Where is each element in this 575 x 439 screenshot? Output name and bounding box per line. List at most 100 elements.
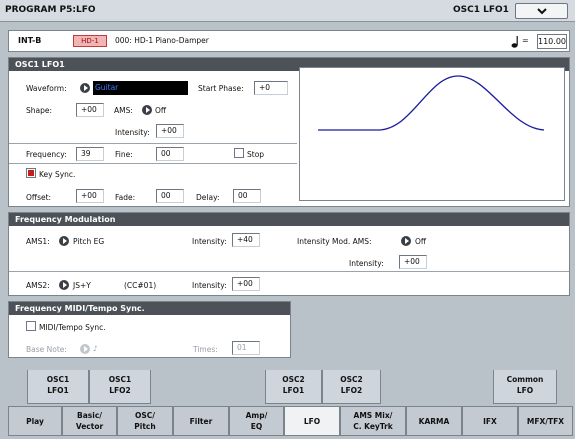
tab-line: Play [26,416,44,426]
tab-line: Vector [75,422,104,431]
times-field[interactable]: 01 [232,341,260,355]
lfo-waveform-graph [318,75,545,131]
tab-karma[interactable]: KARMA [406,406,462,436]
fade-field[interactable]: 00 [156,189,184,203]
ams2-label: AMS2: [26,281,50,290]
key-sync-label: Key Sync. [39,170,76,179]
tab-line: MFX/TFX [526,416,565,426]
chevron-down-icon [537,8,547,15]
quarter-note-icon [511,36,518,48]
frequency-label: Frequency: [26,150,67,159]
program-bank: INT-B [18,36,42,45]
tab-line: Common [506,375,544,384]
tab-amp-eq[interactable]: Amp/EQ [229,406,284,436]
tab-line: AMS Mix/ [353,411,393,420]
tab-play[interactable]: Play [8,406,62,436]
hd-badge: HD-1 [73,35,107,47]
tab-line: LFO [303,416,321,426]
ams2-value[interactable]: JS+Y [73,281,91,290]
waveform-value[interactable]: Guitar [93,81,188,95]
base-note-popup-icon[interactable] [80,344,90,354]
key-sync-checkbox[interactable] [26,168,36,178]
intensity2-label: Intensity: [192,281,227,290]
ams-value[interactable]: Off [155,106,166,115]
midi-tempo-heading: Frequency MIDI/Tempo Sync. [9,302,290,315]
offset-field[interactable]: +00 [76,189,104,203]
page-name: OSC1 LFO1 [453,5,509,15]
title-bar: PROGRAM P5:LFO OSC1 LFO1 [0,0,575,22]
page-menu-button[interactable] [515,3,568,19]
int-mod-ams-label: Intensity Mod. AMS: [297,237,372,246]
intensity-label: Intensity: [115,128,150,137]
tab-line: LFO [516,386,534,395]
page-title: PROGRAM P5:LFO [5,5,96,15]
tab-line: LFO1 [282,386,305,395]
intensity1-field[interactable]: +40 [232,233,260,247]
tab-filter[interactable]: Filter [173,406,229,436]
tab-ifx[interactable]: IFX [462,406,518,436]
fine-label: Fine: [115,150,133,159]
shape-label: Shape: [26,106,53,115]
int-mod-intensity-label: Intensity: [349,259,384,268]
tab-osc2-lfo2[interactable]: OSC2 LFO2 [322,370,381,404]
ams1-popup-icon[interactable] [59,236,69,246]
tab-common-lfo[interactable]: Common LFO [493,370,557,404]
tab-line: IFX [483,416,497,426]
tab-line: LFO2 [109,386,131,395]
tab-mfx-tfx[interactable]: MFX/TFX [518,406,573,436]
tab-line: LFO1 [47,386,69,395]
tab-osc1-lfo1[interactable]: OSC1 LFO1 [27,370,89,404]
tab-line: OSC2 [340,375,363,384]
tab-basic-vector[interactable]: Basic/Vector [62,406,117,436]
delay-field[interactable]: 00 [233,189,261,203]
tab-line: Amp/ [245,411,268,420]
program-name: 000: HD-1 Piano-Damper [115,36,209,45]
intensity2-field[interactable]: +00 [232,277,260,291]
intensity-field[interactable]: +00 [156,124,184,138]
waveform-popup-icon[interactable] [80,83,90,93]
lfo-waveform-display [299,67,565,201]
freq-mod-panel: Frequency Modulation [8,212,570,296]
tab-line: Filter [189,416,213,426]
tab-osc1-lfo2[interactable]: OSC1 LFO2 [89,370,151,404]
tempo-field[interactable]: 110.00 [537,34,567,49]
int-mod-ams-popup-icon[interactable] [401,236,411,246]
start-phase-field[interactable]: +0 [254,81,288,95]
ams2-popup-icon[interactable] [59,280,69,290]
tab-lfo[interactable]: LFO [284,406,340,436]
fine-field[interactable]: 00 [156,147,184,161]
frequency-field[interactable]: 39 [76,147,104,161]
tab-osc2-lfo1[interactable]: OSC2 LFO1 [265,370,322,404]
stop-checkbox[interactable] [234,148,244,158]
int-mod-ams-value[interactable]: Off [415,237,426,246]
ams1-label: AMS1: [26,237,50,246]
base-note-value[interactable]: ♪ [93,344,98,353]
base-note-label: Base Note: [26,345,67,354]
tab-line: KARMA [418,416,450,426]
shape-field[interactable]: +00 [76,103,104,117]
waveform-label: Waveform: [26,84,67,93]
fade-label: Fade: [115,193,136,202]
tab-line: Pitch [134,422,156,431]
divider [9,163,297,164]
tempo-equals: = [522,36,529,45]
tab-line: OSC2 [282,375,305,384]
program-select-row[interactable]: INT-B HD-1 000: HD-1 Piano-Damper = 110.… [8,30,570,52]
midi-tempo-sync-label: MIDI/Tempo Sync. [39,323,106,332]
int-mod-intensity-field[interactable]: +00 [399,255,427,269]
midi-tempo-sync-checkbox[interactable] [26,321,36,331]
tab-line: OSC1 [46,375,70,384]
ams-popup-icon[interactable] [142,105,152,115]
start-phase-label: Start Phase: [198,84,244,93]
tab-ams-mix-keytrk[interactable]: AMS Mix/C. KeyTrk [340,406,406,436]
stop-label: Stop [247,150,265,159]
freq-mod-heading: Frequency Modulation [9,213,569,226]
tab-line: C. KeyTrk [353,422,393,431]
divider [9,271,569,272]
divider [9,143,297,144]
delay-label: Delay: [196,193,220,202]
times-label: Times: [193,345,218,354]
tab-line: OSC1 [108,375,132,384]
tab-osc-pitch[interactable]: OSC/Pitch [117,406,173,436]
ams1-value[interactable]: Pitch EG [73,237,104,246]
